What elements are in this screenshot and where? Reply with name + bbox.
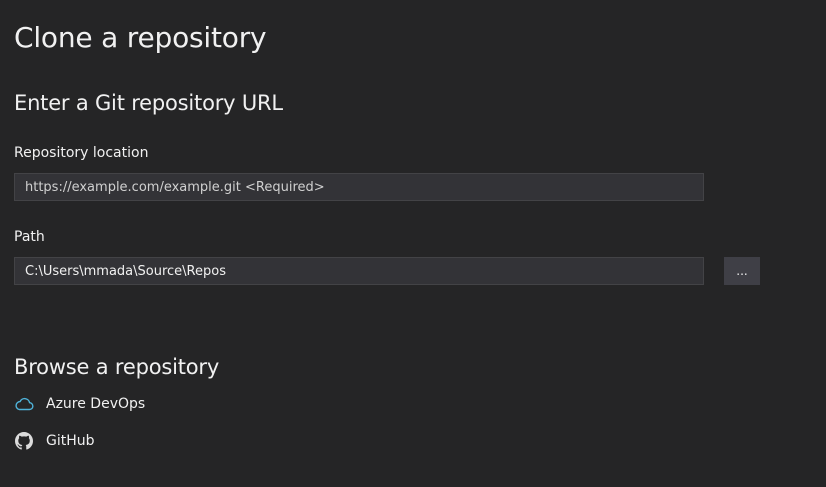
github-link[interactable]: GitHub [14, 430, 95, 452]
repository-location-label: Repository location [14, 145, 149, 161]
github-label: GitHub [46, 433, 95, 449]
cloud-icon [14, 394, 34, 414]
azure-devops-label: Azure DevOps [46, 396, 146, 412]
path-input[interactable] [14, 257, 704, 285]
page-title: Clone a repository [14, 21, 267, 54]
repository-location-input[interactable] [14, 173, 704, 201]
path-label: Path [14, 229, 45, 245]
clone-repository-page: Clone a repository Enter a Git repositor… [0, 0, 826, 487]
browse-section-heading: Browse a repository [14, 355, 220, 379]
azure-devops-link[interactable]: Azure DevOps [14, 393, 145, 415]
github-icon [14, 431, 34, 451]
browse-path-button[interactable]: ... [724, 257, 760, 285]
git-url-section-heading: Enter a Git repository URL [14, 91, 283, 115]
